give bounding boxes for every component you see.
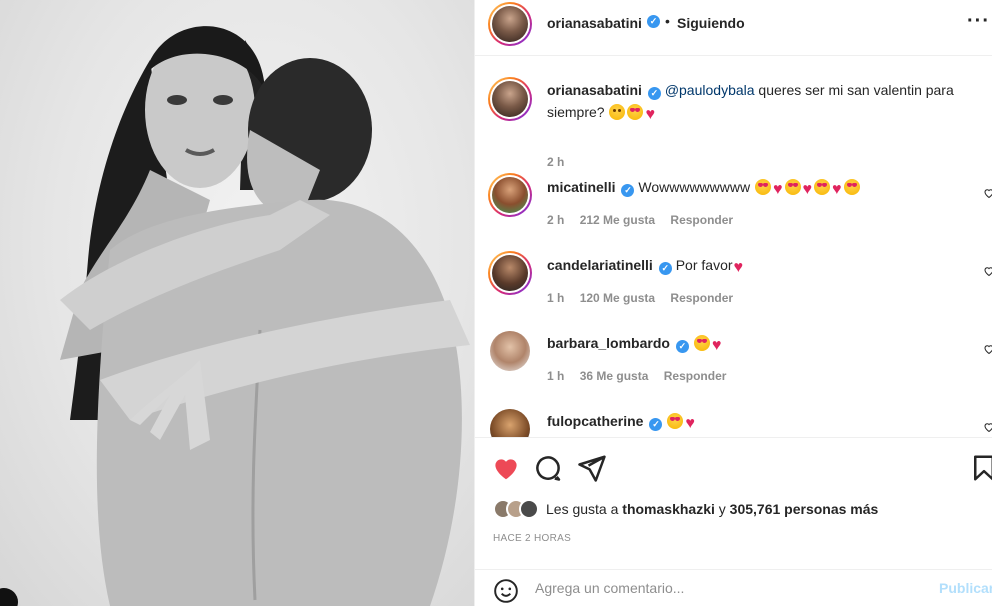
heart-eyes-emoji: [693, 335, 710, 351]
comment-text: candelariatinelli ✓ Por favor♥: [547, 254, 967, 279]
comment-likes[interactable]: 120 Me gusta: [580, 291, 655, 305]
reply-button[interactable]: Responder: [664, 369, 727, 383]
heart-eyes-emoji: [627, 104, 644, 120]
caption-username[interactable]: orianasabatini: [547, 82, 642, 98]
comment-meta: 2 h 212 Me gusta Responder: [547, 213, 745, 227]
red-heart-emoji: ♥: [685, 415, 695, 432]
comment-avatar[interactable]: [488, 173, 532, 217]
comment-body: Por favor: [675, 257, 733, 273]
comment-avatar[interactable]: [490, 409, 530, 437]
comment-time: 1 h: [547, 369, 565, 383]
author-avatar[interactable]: [488, 2, 532, 46]
verified-badge-icon: ✓: [647, 15, 660, 28]
caption-meta: 2 h: [547, 155, 576, 169]
verified-badge-icon: ✓: [621, 184, 635, 197]
verified-badge-icon: ✓: [649, 418, 663, 431]
following-button[interactable]: Siguiendo: [677, 15, 745, 31]
heart-eyes-emoji: [784, 179, 801, 195]
comment-meta: 1 h 120 Me gusta Responder: [547, 291, 745, 305]
likes-suffix[interactable]: personas más: [780, 501, 878, 517]
smiling-face-emoji: [609, 104, 626, 120]
comment-username[interactable]: candelariatinelli: [547, 257, 653, 273]
red-heart-emoji: ♥: [711, 337, 722, 354]
reply-button[interactable]: Responder: [670, 291, 733, 305]
comment-text: barbara_lombardo ✓ ♥: [547, 332, 967, 357]
emoji-icon[interactable]: [493, 578, 519, 604]
photo-illustration: [60, 26, 470, 606]
comment-text: fulopcatherine ✓ ♥: [547, 410, 967, 435]
separator-dot: •: [665, 13, 670, 29]
comment-body: Wowwwwwwwww: [638, 179, 751, 195]
post-actions: Les gusta a thomaskhazki y 305,761 perso…: [475, 437, 992, 606]
post-photo[interactable]: [0, 0, 474, 606]
publish-button[interactable]: Publicar: [939, 580, 992, 596]
share-icon[interactable]: [577, 453, 607, 483]
comment-text: micatinelli ✓ Wowwwwwwwww ♥ ♥ ♥: [547, 176, 967, 201]
comment-avatar[interactable]: [490, 331, 530, 371]
like-comment-icon[interactable]: [983, 343, 992, 355]
comments-list[interactable]: orianasabatini ✓ @paulodybala queres ser …: [475, 57, 992, 437]
like-comment-icon[interactable]: [983, 187, 992, 199]
post-side-panel: orianasabatini ✓ • Siguiendo ··· orianas…: [474, 0, 992, 606]
mention-link[interactable]: @paulodybala: [665, 82, 755, 98]
comment-username[interactable]: micatinelli: [547, 179, 615, 195]
comment-likes[interactable]: 212 Me gusta: [580, 213, 655, 227]
caption-avatar[interactable]: [488, 77, 532, 121]
comment-icon[interactable]: [533, 453, 563, 483]
heart-eyes-emoji: [843, 179, 860, 195]
liker-username[interactable]: thomaskhazki: [622, 501, 715, 517]
likes-middle: y: [714, 501, 730, 517]
author-username[interactable]: orianasabatini: [547, 15, 642, 31]
comment-avatar[interactable]: [488, 251, 532, 295]
comment-likes[interactable]: 36 Me gusta: [580, 369, 649, 383]
add-comment-bar: Agrega un comentario... Publicar: [475, 569, 992, 606]
comment-username[interactable]: fulopcatherine: [547, 413, 643, 429]
verified-badge-icon: ✓: [647, 87, 661, 100]
like-comment-icon[interactable]: [983, 421, 992, 433]
heart-icon[interactable]: [491, 453, 521, 483]
likes-text: Les gusta a thomaskhazki y 305,761 perso…: [546, 501, 878, 517]
heart-eyes-emoji: [667, 413, 684, 429]
liker-avatar: [519, 499, 539, 519]
caption-time: 2 h: [547, 155, 565, 169]
comment-time: 1 h: [547, 291, 565, 305]
heart-eyes-emoji: [755, 179, 771, 195]
comment-username[interactable]: barbara_lombardo: [547, 335, 670, 351]
likes-count[interactable]: 305,761: [730, 501, 781, 517]
verified-badge-icon: ✓: [675, 340, 689, 353]
red-heart-emoji: ♥: [773, 181, 783, 198]
caption-text: orianasabatini ✓ @paulodybala queres ser …: [547, 79, 967, 126]
post-header: orianasabatini ✓ • Siguiendo ···: [475, 0, 992, 56]
bookmark-icon[interactable]: [969, 453, 992, 483]
red-heart-emoji: ♥: [645, 106, 655, 123]
comment-time: 2 h: [547, 213, 565, 227]
reply-button[interactable]: Responder: [670, 213, 733, 227]
red-heart-emoji: ♥: [832, 181, 842, 198]
comment-meta: 1 h 36 Me gusta Responder: [547, 369, 738, 383]
comment-input[interactable]: Agrega un comentario...: [535, 580, 684, 596]
red-heart-emoji: ♥: [802, 181, 813, 198]
heart-eyes-emoji: [814, 179, 830, 195]
more-icon[interactable]: ···: [967, 10, 990, 33]
post-timestamp: HACE 2 HORAS: [493, 533, 572, 544]
red-heart-emoji: ♥: [733, 259, 744, 276]
like-comment-icon[interactable]: [983, 265, 992, 277]
likes-summary[interactable]: Les gusta a thomaskhazki y 305,761 perso…: [493, 498, 878, 520]
verified-badge-icon: ✓: [658, 262, 672, 275]
likes-prefix: Les gusta a: [546, 501, 623, 517]
